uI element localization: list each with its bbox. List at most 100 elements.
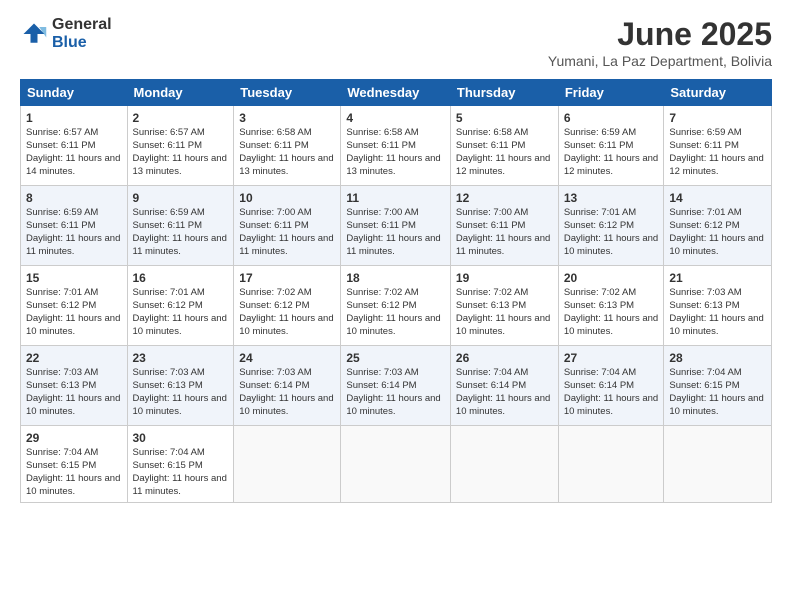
day-number: 22: [26, 350, 122, 366]
sunrise: Sunrise: 7:03 AM: [669, 287, 741, 298]
cell-23: 23 Sunrise: 7:03 AM Sunset: 6:13 PM Dayl…: [133, 350, 229, 418]
cell-4: 4 Sunrise: 6:58 AM Sunset: 6:11 PM Dayli…: [346, 110, 445, 178]
daylight: Daylight: 11 hours and 10 minutes.: [564, 233, 658, 257]
sunrise: Sunrise: 7:04 AM: [133, 447, 205, 458]
sunset: Sunset: 6:14 PM: [239, 380, 309, 391]
table-row: 25 Sunrise: 7:03 AM Sunset: 6:14 PM Dayl…: [341, 346, 451, 426]
table-row: 21 Sunrise: 7:03 AM Sunset: 6:13 PM Dayl…: [664, 266, 772, 346]
cell-17: 17 Sunrise: 7:02 AM Sunset: 6:12 PM Dayl…: [239, 270, 335, 338]
daylight: Daylight: 11 hours and 11 minutes.: [239, 233, 333, 257]
table-row: 4 Sunrise: 6:58 AM Sunset: 6:11 PM Dayli…: [341, 106, 451, 186]
daylight: Daylight: 11 hours and 12 minutes.: [564, 153, 658, 177]
sunrise: Sunrise: 7:04 AM: [669, 367, 741, 378]
day-number: 16: [133, 270, 229, 286]
sunset: Sunset: 6:11 PM: [239, 220, 309, 231]
sunset: Sunset: 6:12 PM: [133, 300, 203, 311]
sunset: Sunset: 6:12 PM: [564, 220, 634, 231]
daylight: Daylight: 11 hours and 10 minutes.: [564, 393, 658, 417]
cell-24: 24 Sunrise: 7:03 AM Sunset: 6:14 PM Dayl…: [239, 350, 335, 418]
daylight: Daylight: 11 hours and 10 minutes.: [26, 473, 120, 497]
sunset: Sunset: 6:13 PM: [26, 380, 96, 391]
sunrise: Sunrise: 7:04 AM: [26, 447, 98, 458]
main-title: June 2025: [548, 16, 772, 53]
col-thursday: Thursday: [450, 80, 558, 106]
cell-30: 30 Sunrise: 7:04 AM Sunset: 6:15 PM Dayl…: [133, 430, 229, 498]
day-number: 29: [26, 430, 122, 446]
table-row: 12 Sunrise: 7:00 AM Sunset: 6:11 PM Dayl…: [450, 186, 558, 266]
sunrise: Sunrise: 7:00 AM: [239, 207, 311, 218]
table-row: 11 Sunrise: 7:00 AM Sunset: 6:11 PM Dayl…: [341, 186, 451, 266]
calendar-header-row: Sunday Monday Tuesday Wednesday Thursday…: [21, 80, 772, 106]
day-number: 27: [564, 350, 659, 366]
day-number: 30: [133, 430, 229, 446]
table-row: 22 Sunrise: 7:03 AM Sunset: 6:13 PM Dayl…: [21, 346, 772, 426]
logo-blue-text: Blue: [52, 34, 112, 52]
sunrise: Sunrise: 7:02 AM: [346, 287, 418, 298]
sunrise: Sunrise: 7:03 AM: [239, 367, 311, 378]
sunset: Sunset: 6:14 PM: [346, 380, 416, 391]
sunset: Sunset: 6:11 PM: [346, 220, 416, 231]
day-number: 3: [239, 110, 335, 126]
day-number: 4: [346, 110, 445, 126]
daylight: Daylight: 11 hours and 13 minutes.: [239, 153, 333, 177]
day-number: 7: [669, 110, 766, 126]
table-row: 2 Sunrise: 6:57 AM Sunset: 6:11 PM Dayli…: [127, 106, 234, 186]
sunrise: Sunrise: 6:59 AM: [26, 207, 98, 218]
sunset: Sunset: 6:13 PM: [133, 380, 203, 391]
day-number: 25: [346, 350, 445, 366]
table-row: 9 Sunrise: 6:59 AM Sunset: 6:11 PM Dayli…: [127, 186, 234, 266]
day-number: 17: [239, 270, 335, 286]
daylight: Daylight: 11 hours and 10 minutes.: [669, 393, 763, 417]
cell-12: 12 Sunrise: 7:00 AM Sunset: 6:11 PM Dayl…: [456, 190, 553, 258]
cell-14: 14 Sunrise: 7:01 AM Sunset: 6:12 PM Dayl…: [669, 190, 766, 258]
empty-cell: [450, 426, 558, 503]
sunset: Sunset: 6:13 PM: [456, 300, 526, 311]
daylight: Daylight: 11 hours and 11 minutes.: [346, 233, 440, 257]
daylight: Daylight: 11 hours and 10 minutes.: [456, 313, 550, 337]
daylight: Daylight: 11 hours and 12 minutes.: [456, 153, 550, 177]
sunset: Sunset: 6:11 PM: [564, 140, 634, 151]
subtitle: Yumani, La Paz Department, Bolivia: [548, 53, 772, 69]
col-friday: Friday: [558, 80, 664, 106]
daylight: Daylight: 11 hours and 11 minutes.: [133, 473, 227, 497]
cell-10: 10 Sunrise: 7:00 AM Sunset: 6:11 PM Dayl…: [239, 190, 335, 258]
cell-2: 2 Sunrise: 6:57 AM Sunset: 6:11 PM Dayli…: [133, 110, 229, 178]
daylight: Daylight: 11 hours and 10 minutes.: [26, 313, 120, 337]
col-saturday: Saturday: [664, 80, 772, 106]
table-row: 22 Sunrise: 7:03 AM Sunset: 6:13 PM Dayl…: [21, 346, 128, 426]
table-row: 29 Sunrise: 7:04 AM Sunset: 6:15 PM Dayl…: [21, 426, 772, 503]
sunrise: Sunrise: 7:01 AM: [564, 207, 636, 218]
table-row: 15 Sunrise: 7:01 AM Sunset: 6:12 PM Dayl…: [21, 266, 128, 346]
empty-cell: [664, 426, 772, 503]
table-row: 18 Sunrise: 7:02 AM Sunset: 6:12 PM Dayl…: [341, 266, 451, 346]
header: General Blue June 2025 Yumani, La Paz De…: [20, 16, 772, 69]
sunset: Sunset: 6:11 PM: [456, 220, 526, 231]
daylight: Daylight: 11 hours and 10 minutes.: [26, 393, 120, 417]
sunset: Sunset: 6:11 PM: [133, 140, 203, 151]
sunset: Sunset: 6:13 PM: [669, 300, 739, 311]
sunset: Sunset: 6:12 PM: [239, 300, 309, 311]
sunrise: Sunrise: 7:00 AM: [456, 207, 528, 218]
cell-28: 28 Sunrise: 7:04 AM Sunset: 6:15 PM Dayl…: [669, 350, 766, 418]
day-number: 12: [456, 190, 553, 206]
sunset: Sunset: 6:11 PM: [239, 140, 309, 151]
day-number: 10: [239, 190, 335, 206]
table-row: 29 Sunrise: 7:04 AM Sunset: 6:15 PM Dayl…: [21, 426, 128, 503]
table-row: 27 Sunrise: 7:04 AM Sunset: 6:14 PM Dayl…: [558, 346, 664, 426]
daylight: Daylight: 11 hours and 10 minutes.: [239, 393, 333, 417]
sunrise: Sunrise: 7:02 AM: [564, 287, 636, 298]
sunrise: Sunrise: 6:58 AM: [239, 127, 311, 138]
daylight: Daylight: 11 hours and 11 minutes.: [456, 233, 550, 257]
table-row: 6 Sunrise: 6:59 AM Sunset: 6:11 PM Dayli…: [558, 106, 664, 186]
table-row: 23 Sunrise: 7:03 AM Sunset: 6:13 PM Dayl…: [127, 346, 234, 426]
day-number: 1: [26, 110, 122, 126]
sunset: Sunset: 6:11 PM: [456, 140, 526, 151]
sunrise: Sunrise: 6:58 AM: [456, 127, 528, 138]
daylight: Daylight: 11 hours and 10 minutes.: [669, 313, 763, 337]
sunrise: Sunrise: 6:59 AM: [669, 127, 741, 138]
daylight: Daylight: 11 hours and 10 minutes.: [564, 313, 658, 337]
cell-21: 21 Sunrise: 7:03 AM Sunset: 6:13 PM Dayl…: [669, 270, 766, 338]
logo-text: General Blue: [52, 16, 112, 51]
cell-1: 1 Sunrise: 6:57 AM Sunset: 6:11 PM Dayli…: [26, 110, 122, 178]
cell-29: 29 Sunrise: 7:04 AM Sunset: 6:15 PM Dayl…: [26, 430, 122, 498]
